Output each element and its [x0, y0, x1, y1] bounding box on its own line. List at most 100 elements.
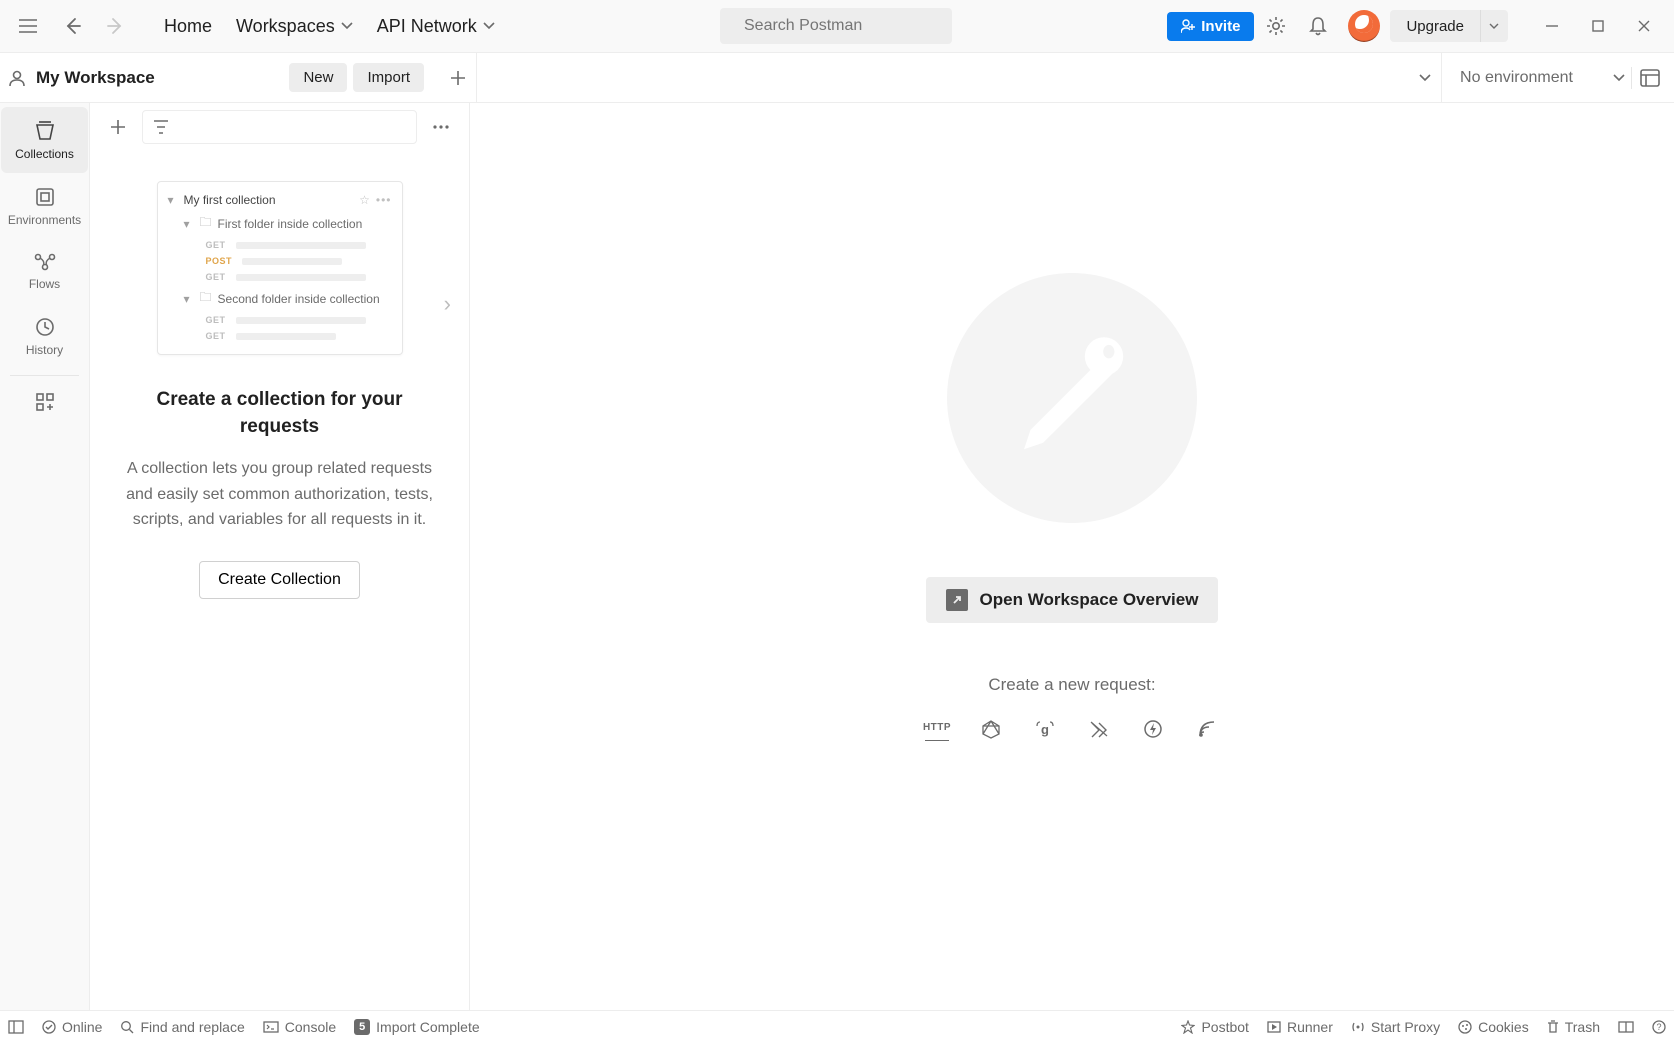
nav-api-network[interactable]: API Network	[367, 10, 505, 43]
nav-forward-button[interactable]	[96, 6, 136, 46]
invite-button[interactable]: Invite	[1167, 12, 1254, 41]
sb-import-status[interactable]: 5 Import Complete	[354, 1019, 479, 1035]
bell-icon	[1309, 16, 1327, 36]
new-socketio-request[interactable]	[1141, 717, 1165, 741]
sb-cookies[interactable]: Cookies	[1458, 1019, 1529, 1035]
new-tab-button[interactable]	[440, 60, 476, 96]
settings-button[interactable]	[1256, 6, 1296, 46]
filter-input[interactable]	[142, 110, 417, 144]
close-icon	[1637, 19, 1651, 33]
chevron-down-icon	[1489, 23, 1499, 29]
upgrade-button[interactable]: Upgrade	[1390, 10, 1508, 42]
search-box[interactable]	[720, 8, 952, 44]
two-pane-icon	[1618, 1021, 1634, 1033]
invite-icon	[1181, 19, 1195, 33]
sb-online[interactable]: Online	[42, 1019, 102, 1035]
graphql-icon	[981, 719, 1001, 739]
illus-next-icon: ›	[444, 291, 451, 317]
svg-text:?: ?	[1656, 1022, 1661, 1032]
import-button[interactable]: Import	[353, 63, 424, 92]
postman-logo-icon	[992, 318, 1152, 478]
sidebar-item-flows[interactable]: Flows	[1, 239, 88, 303]
workspace-title[interactable]: My Workspace	[8, 68, 155, 88]
trash-icon	[1547, 1020, 1559, 1034]
create-collection-button[interactable]: Create Collection	[199, 561, 360, 599]
gear-icon	[1266, 16, 1286, 36]
arrow-right-icon	[107, 17, 125, 35]
avatar[interactable]	[1348, 10, 1380, 42]
window-minimize[interactable]	[1530, 6, 1574, 46]
flows-icon	[34, 253, 56, 271]
chevron-down-icon	[1613, 74, 1625, 82]
plus-icon	[110, 119, 126, 135]
new-button[interactable]: New	[289, 63, 347, 92]
create-collection-plus[interactable]	[100, 110, 136, 144]
new-mqtt-request[interactable]	[1195, 717, 1219, 741]
postbot-icon	[1181, 1020, 1195, 1034]
mqtt-icon	[1197, 719, 1217, 739]
search-input[interactable]	[744, 17, 951, 35]
rail-label: Collections	[15, 147, 74, 161]
tabs-dropdown[interactable]	[1409, 58, 1441, 98]
window-maximize[interactable]	[1576, 6, 1620, 46]
notifications-button[interactable]	[1298, 6, 1338, 46]
sidebar-more[interactable]	[423, 110, 459, 144]
socketio-icon	[1143, 719, 1163, 739]
more-icon	[432, 125, 450, 129]
minimize-icon	[1545, 19, 1559, 33]
nav-api-network-label: API Network	[377, 16, 477, 37]
sb-find-replace[interactable]: Find and replace	[120, 1019, 244, 1035]
nav-workspaces[interactable]: Workspaces	[226, 10, 363, 43]
sb-panel-toggle[interactable]	[8, 1020, 24, 1034]
hamburger-menu[interactable]	[8, 6, 48, 46]
chevron-down-icon	[1419, 74, 1431, 82]
sb-start-proxy[interactable]: Start Proxy	[1351, 1019, 1440, 1035]
new-grpc-request[interactable]: g	[1033, 717, 1057, 741]
help-icon: ?	[1652, 1020, 1666, 1034]
history-icon	[35, 317, 55, 337]
panel-icon	[8, 1020, 24, 1034]
nav-workspaces-label: Workspaces	[236, 16, 335, 37]
sb-postbot[interactable]: Postbot	[1181, 1019, 1248, 1035]
overview-label: Open Workspace Overview	[980, 590, 1199, 610]
cookie-icon	[1458, 1020, 1472, 1034]
filter-icon	[153, 120, 169, 134]
collections-icon	[34, 121, 56, 141]
upgrade-dropdown[interactable]	[1480, 10, 1508, 42]
runner-icon	[1267, 1021, 1281, 1033]
grpc-icon: g	[1036, 719, 1054, 739]
sb-help[interactable]: ?	[1652, 1020, 1666, 1034]
variables-icon	[1640, 69, 1660, 87]
new-websocket-request[interactable]	[1087, 717, 1111, 741]
sb-console[interactable]: Console	[263, 1019, 336, 1035]
svg-text:g: g	[1041, 722, 1049, 737]
rail-label: Flows	[29, 277, 60, 291]
new-http-request[interactable]: HTTP	[925, 717, 949, 741]
new-graphql-request[interactable]	[979, 717, 1003, 741]
environments-icon	[35, 187, 55, 207]
invite-label: Invite	[1201, 18, 1240, 35]
environment-select[interactable]: No environment	[1460, 69, 1573, 87]
open-workspace-overview-button[interactable]: Open Workspace Overview	[926, 577, 1219, 623]
chevron-down-icon	[483, 22, 495, 30]
sidebar-item-environments[interactable]: Environments	[1, 173, 88, 239]
postman-logo	[947, 273, 1197, 523]
sb-runner[interactable]: Runner	[1267, 1019, 1333, 1035]
sb-trash[interactable]: Trash	[1547, 1019, 1600, 1035]
new-request-label: Create a new request:	[988, 675, 1155, 695]
arrow-left-icon	[63, 17, 81, 35]
websocket-icon	[1089, 720, 1109, 738]
sidebar-item-history[interactable]: History	[1, 303, 88, 369]
sidebar-item-configure[interactable]	[1, 382, 88, 422]
nav-home[interactable]: Home	[154, 10, 222, 43]
open-icon	[946, 589, 968, 611]
menu-icon	[19, 19, 37, 33]
environment-quicklook[interactable]	[1632, 58, 1668, 98]
sidebar-item-collections[interactable]: Collections	[1, 107, 88, 173]
nav-back-button[interactable]	[52, 6, 92, 46]
sb-two-pane[interactable]	[1618, 1021, 1634, 1033]
console-icon	[263, 1021, 279, 1033]
empty-state-title: Create a collection for your requests	[156, 387, 402, 440]
window-close[interactable]	[1622, 6, 1666, 46]
plus-icon	[450, 70, 466, 86]
